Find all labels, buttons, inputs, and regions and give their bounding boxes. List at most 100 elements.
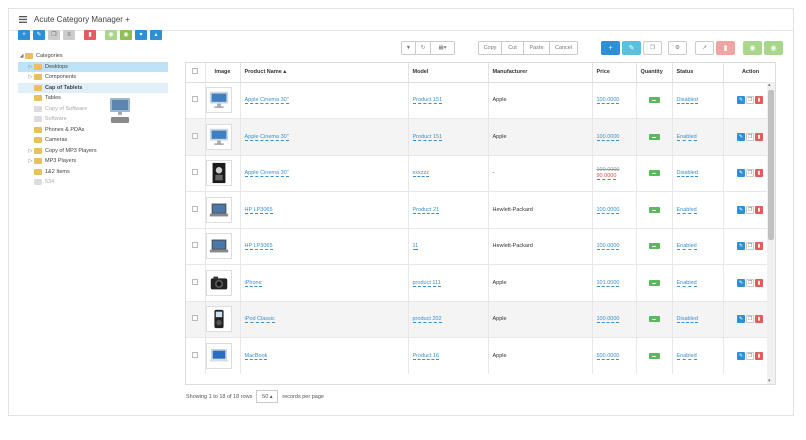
copy-product-button[interactable]: ❐: [643, 41, 662, 55]
column-header[interactable]: Action: [723, 63, 775, 83]
add-product-button[interactable]: +: [601, 41, 620, 55]
price-value[interactable]: 100.0000: [596, 133, 620, 141]
copy-row-button[interactable]: ❐: [746, 96, 754, 105]
cut-button[interactable]: Cut: [502, 41, 524, 55]
page-size-select[interactable]: 50 ▴: [256, 390, 279, 403]
list-menu-icon[interactable]: [19, 16, 27, 23]
column-header[interactable]: Image: [205, 63, 241, 83]
enable-product-button[interactable]: ◉: [743, 41, 762, 55]
product-name[interactable]: Apple Cinema 30": [244, 170, 289, 178]
product-name[interactable]: iPhone: [244, 279, 262, 287]
column-header[interactable]: Manufacturer: [488, 63, 593, 83]
delete-row-button[interactable]: ▮: [755, 352, 763, 360]
collapsed-arrow-icon[interactable]: ▷: [27, 64, 34, 70]
tree-root[interactable]: ◢ Categories: [18, 51, 186, 62]
hide-category-button[interactable]: ◉: [120, 30, 132, 40]
delete-category-button[interactable]: ▮: [84, 30, 96, 40]
row-select-cell[interactable]: [186, 81, 206, 119]
table-row[interactable]: iPhone product 111 Apple 101.0000 ▬ Enabled ✎ ❐…: [186, 264, 775, 301]
tree-item[interactable]: Copy of Software: [18, 104, 186, 115]
column-header[interactable]: Status: [672, 63, 724, 83]
table-row[interactable]: Apple Cinema 30" xxxzzz -100.0000 90.0000 ▬ D…: [186, 154, 775, 192]
tree-item[interactable]: Cameras: [18, 135, 186, 146]
price-value[interactable]: 100.0000: [596, 206, 620, 214]
product-model[interactable]: Product 151: [412, 97, 443, 105]
quantity-badge[interactable]: ▬: [648, 206, 660, 213]
refresh-button[interactable]: ↻: [416, 41, 431, 55]
row-checkbox[interactable]: [192, 242, 199, 249]
collapsed-arrow-icon[interactable]: ▷: [27, 158, 34, 164]
product-status[interactable]: Disabled: [676, 170, 698, 178]
row-select-cell[interactable]: [186, 118, 206, 155]
list-category-button[interactable]: ≡: [63, 30, 75, 40]
price-value[interactable]: 500.0000: [596, 353, 620, 360]
quantity-badge[interactable]: ▬: [648, 97, 660, 104]
price-value[interactable]: 100.0000: [596, 97, 620, 105]
delete-product-button[interactable]: ▮: [716, 41, 735, 55]
paste-button[interactable]: Paste: [524, 41, 550, 55]
product-name[interactable]: Apple Cinema 30": [244, 97, 289, 105]
delete-row-button[interactable]: ▮: [755, 242, 763, 251]
table-row[interactable]: MacBook Product 16 Apple 500.0000 ▬ Enabled ✎ ❐…: [186, 337, 775, 374]
scroll-down-icon[interactable]: ▾: [768, 378, 771, 384]
copy-row-button[interactable]: ❐: [746, 352, 754, 360]
row-select-cell[interactable]: [186, 337, 206, 374]
quantity-badge[interactable]: ▬: [648, 133, 660, 140]
collapsed-arrow-icon[interactable]: ▷: [27, 148, 34, 154]
copy-row-button[interactable]: ❐: [746, 315, 754, 324]
product-status[interactable]: Disabled: [676, 316, 698, 324]
price-value[interactable]: 100.0000: [596, 316, 620, 324]
price-value[interactable]: 101.0000: [596, 279, 620, 287]
product-name[interactable]: HP LP3065: [244, 206, 273, 214]
row-select-cell[interactable]: [186, 154, 206, 192]
tree-item[interactable]: Phones & PDAs: [18, 125, 186, 136]
row-select-cell[interactable]: [186, 300, 206, 338]
row-checkbox[interactable]: [192, 315, 199, 322]
delete-row-button[interactable]: ▮: [755, 169, 763, 178]
settings-button[interactable]: ⚙: [668, 41, 687, 55]
delete-row-button[interactable]: ▮: [755, 278, 763, 287]
product-model[interactable]: xxxzzz: [412, 170, 429, 178]
select-all-header[interactable]: [186, 63, 206, 83]
scrollbar-thumb[interactable]: [768, 90, 774, 240]
collapse-button[interactable]: ▾: [135, 30, 147, 40]
product-model[interactable]: Product 16: [412, 353, 440, 360]
row-checkbox[interactable]: [192, 205, 199, 212]
product-name[interactable]: MacBook: [244, 353, 268, 360]
tree-item[interactable]: ▷ Components: [18, 72, 186, 83]
tree-item[interactable]: Tables: [18, 93, 186, 104]
product-name[interactable]: iPod Classic: [244, 316, 275, 324]
edit-product-button[interactable]: ✎: [622, 41, 641, 55]
edit-row-button[interactable]: ✎: [737, 242, 745, 251]
row-checkbox[interactable]: [192, 169, 199, 176]
edit-row-button[interactable]: ✎: [737, 352, 745, 360]
product-status[interactable]: Disabled: [676, 97, 698, 105]
product-name[interactable]: Apple Cinema 30": [244, 133, 289, 141]
table-row[interactable]: HP LP3065 Product 21 Hewlett-Packard 100.00…: [186, 191, 775, 228]
tree-item[interactable]: Software: [18, 114, 186, 125]
external-link-button[interactable]: ↗: [695, 41, 714, 55]
show-category-button[interactable]: ◉: [105, 30, 117, 40]
table-row[interactable]: Apple Cinema 30" Product 151 Apple 100.0000…: [186, 118, 775, 155]
collapsed-arrow-icon[interactable]: ▷: [27, 74, 34, 80]
delete-row-button[interactable]: ▮: [755, 315, 763, 324]
expanded-arrow-icon[interactable]: ◢: [18, 53, 25, 59]
table-row[interactable]: iPod Classic product 202 Apple 100.0000 ▬ Dis…: [186, 300, 775, 338]
column-header[interactable]: Price: [592, 63, 637, 83]
disable-product-button[interactable]: ◉: [764, 41, 783, 55]
edit-row-button[interactable]: ✎: [737, 278, 745, 287]
product-status[interactable]: Enabled: [676, 353, 697, 360]
copy-row-button[interactable]: ❐: [746, 242, 754, 251]
row-checkbox[interactable]: [192, 132, 199, 139]
copy-button[interactable]: Copy: [478, 41, 502, 55]
row-select-cell[interactable]: [186, 191, 206, 228]
product-status[interactable]: Enabled: [676, 133, 697, 141]
product-model[interactable]: product 202: [412, 316, 442, 324]
column-header[interactable]: Product Name ▴: [240, 63, 409, 83]
product-name[interactable]: HP LP3065: [244, 243, 273, 251]
row-checkbox[interactable]: [192, 278, 199, 285]
edit-row-button[interactable]: ✎: [737, 169, 745, 178]
special-price[interactable]: 90.0000: [596, 173, 617, 181]
tree-item[interactable]: Cap of Tablets: [18, 82, 168, 93]
quantity-badge[interactable]: ▬: [648, 170, 660, 177]
